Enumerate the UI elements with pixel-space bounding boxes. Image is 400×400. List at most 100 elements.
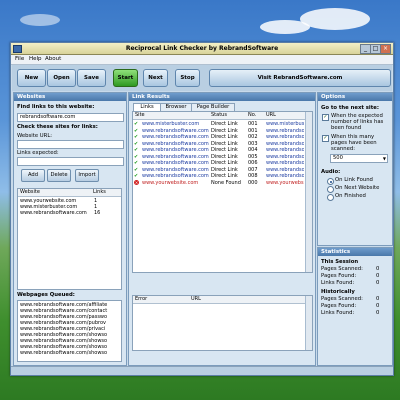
status-cell: Direct Link bbox=[211, 134, 238, 140]
pages-count-select[interactable]: 500 ▼ bbox=[330, 154, 388, 163]
url-cell: www.rebrandsoft bbox=[266, 153, 304, 160]
find-links-label: Find links to this website: bbox=[17, 104, 95, 110]
links-expected-input[interactable] bbox=[17, 157, 124, 166]
historic-pages-scanned-label: Pages Scanned: bbox=[321, 296, 363, 302]
new-button[interactable]: New bbox=[17, 69, 46, 87]
no-cell: 000 bbox=[248, 179, 258, 186]
site-cell: www.rebrandsoftware.com bbox=[142, 160, 209, 166]
chevron-down-icon[interactable]: ▼ bbox=[383, 155, 386, 162]
find-website-input[interactable]: rebrandsoftware.com bbox=[17, 113, 124, 122]
statistics-header: Statistics bbox=[318, 248, 392, 256]
audio-on-next-website-radio[interactable] bbox=[327, 186, 334, 193]
tab-browser[interactable]: Browser bbox=[160, 103, 192, 111]
results-scrollbar[interactable] bbox=[305, 112, 312, 272]
historic-pages-found-label: Pages Found: bbox=[321, 303, 357, 309]
historic-pages-scanned-value: 0 bbox=[376, 296, 380, 302]
import-button[interactable]: Import bbox=[75, 169, 99, 182]
options-panel: Options Go to the next site: ✓ When the … bbox=[317, 92, 393, 246]
tab-page-builder[interactable]: Page Builder bbox=[191, 103, 235, 111]
site-cell: www.misterbuster.com bbox=[142, 121, 200, 127]
stop-button[interactable]: Stop bbox=[175, 69, 200, 87]
save-button[interactable]: Save bbox=[77, 69, 106, 87]
table-row[interactable]: ✔ www.rebrandsoftware.com Direct Link 003 ww… bbox=[133, 141, 312, 147]
column-links[interactable]: Links bbox=[93, 189, 106, 196]
historically-label: Historically bbox=[321, 289, 355, 295]
status-cell: None Found bbox=[211, 179, 241, 186]
column-error-url[interactable]: URL bbox=[191, 296, 201, 303]
desktop-cloud bbox=[260, 20, 310, 34]
column-no[interactable]: No. bbox=[248, 112, 256, 119]
column-site[interactable]: Site bbox=[135, 112, 145, 119]
table-row[interactable]: ✔ www.rebrandsoftware.com Direct Link 001 ww… bbox=[133, 128, 312, 134]
no-cell: 004 bbox=[248, 147, 258, 153]
checkmark-icon: ✔ bbox=[134, 134, 139, 140]
no-cell: 002 bbox=[248, 134, 258, 140]
error-table[interactable]: Error URL bbox=[132, 295, 313, 351]
column-website[interactable]: Website bbox=[20, 189, 40, 196]
audio-on-finished-radio[interactable] bbox=[327, 194, 334, 201]
url-cell: www.rebrandsoft bbox=[266, 166, 304, 173]
error-table-header: Error URL bbox=[133, 296, 312, 304]
audio-on-finished-label: On Finished bbox=[335, 193, 366, 199]
status-cell: Direct Link bbox=[211, 121, 238, 127]
no-cell: 003 bbox=[248, 140, 258, 147]
table-row[interactable]: ✔ www.misterbuster.com Direct Link 001 www.m… bbox=[133, 121, 312, 127]
add-button[interactable]: Add bbox=[21, 169, 45, 182]
status-cell: Direct Link bbox=[211, 160, 238, 166]
links-expected-label: Links expected: bbox=[17, 150, 59, 156]
check-sites-label: Check these sites for links: bbox=[17, 124, 98, 130]
pages-scanned-checkbox[interactable]: ✓ bbox=[322, 135, 329, 142]
table-row[interactable]: ✔ www.rebrandsoftware.com Direct Link 007 ww… bbox=[133, 167, 312, 173]
table-row[interactable]: × www.yourwebsite.com None Found 000 www.you… bbox=[133, 179, 312, 186]
websites-table[interactable]: Website Links www.yourwebsite.com 1 www.… bbox=[17, 188, 122, 290]
table-row[interactable]: ✔ www.rebrandsoftware.com Direct Link 004 ww… bbox=[133, 147, 312, 153]
close-icon[interactable]: × bbox=[380, 44, 391, 54]
checkmark-icon: ✔ bbox=[134, 153, 139, 160]
open-button[interactable]: Open bbox=[47, 69, 76, 87]
menu-about[interactable]: About bbox=[45, 56, 61, 62]
website-url-input[interactable] bbox=[17, 140, 124, 149]
expected-links-label: When the expected number of links has be… bbox=[331, 113, 384, 131]
this-session-label: This Session bbox=[321, 259, 359, 265]
toolbar: New Open Save Start Next Stop Visit Rebr… bbox=[12, 65, 392, 91]
historic-links-found-value: 0 bbox=[376, 310, 380, 316]
table-row[interactable]: ✔ www.rebrandsoftware.com Direct Link 008 ww… bbox=[133, 173, 312, 179]
column-error[interactable]: Error bbox=[135, 296, 147, 303]
table-row[interactable]: www.rebrandsoftware.com 16 bbox=[18, 210, 121, 216]
delete-button[interactable]: Delete bbox=[47, 169, 71, 182]
session-links-found-label: Links Found: bbox=[321, 280, 355, 286]
checkmark-icon: ✔ bbox=[134, 173, 139, 179]
link-results-header: Link Results bbox=[129, 93, 315, 101]
start-button[interactable]: Start bbox=[113, 69, 138, 87]
session-links-found-value: 0 bbox=[376, 280, 380, 286]
no-cell: 005 bbox=[248, 153, 258, 160]
queued-list[interactable]: www.rebrandsoftware.com/affiliate www.re… bbox=[17, 300, 122, 362]
site-cell: www.rebrandsoftware.com bbox=[142, 134, 209, 140]
tab-links[interactable]: Links bbox=[133, 103, 161, 111]
table-row[interactable]: ✔ www.rebrandsoftware.com Direct Link 005 ww… bbox=[133, 154, 312, 160]
table-row[interactable]: ✔ www.rebrandsoftware.com Direct Link 006 ww… bbox=[133, 160, 312, 166]
menu-help[interactable]: Help bbox=[29, 56, 42, 62]
list-item[interactable]: www.rebrandsoftware.com/showso bbox=[20, 350, 121, 356]
expected-links-checkbox[interactable]: ✓ bbox=[322, 114, 329, 121]
audio-on-next-website-label: On Next Website bbox=[335, 185, 380, 191]
column-status[interactable]: Status bbox=[211, 112, 227, 119]
statistics-panel: Statistics This Session Pages Scanned: 0… bbox=[317, 247, 393, 366]
url-cell: www.rebrandsoft bbox=[266, 140, 304, 147]
options-header: Options bbox=[318, 93, 392, 101]
next-button[interactable]: Next bbox=[143, 69, 168, 87]
column-url[interactable]: URL bbox=[266, 112, 276, 119]
audio-on-link-found-radio[interactable] bbox=[327, 178, 334, 185]
table-row[interactable]: ✔ www.rebrandsoftware.com Direct Link 002 ww… bbox=[133, 134, 312, 140]
status-cell: Direct Link bbox=[211, 127, 238, 134]
pages-count-value: 500 bbox=[333, 155, 343, 161]
results-table[interactable]: Site Status No. URL ✔ www.misterbuster.co… bbox=[132, 111, 313, 273]
error-scrollbar[interactable] bbox=[305, 296, 312, 350]
status-cell: Direct Link bbox=[211, 153, 238, 160]
site-cell: www.rebrandsoftware.com bbox=[142, 173, 209, 179]
menu-file[interactable]: File bbox=[15, 56, 24, 62]
title-bar[interactable]: Reciprocal Link Checker by RebrandSoftwa… bbox=[11, 43, 393, 55]
audio-label: Audio: bbox=[321, 169, 341, 175]
visit-website-button[interactable]: Visit RebrandSoftware.com bbox=[209, 69, 391, 87]
site-cell: www.rebrandsoftware.com bbox=[142, 147, 209, 153]
